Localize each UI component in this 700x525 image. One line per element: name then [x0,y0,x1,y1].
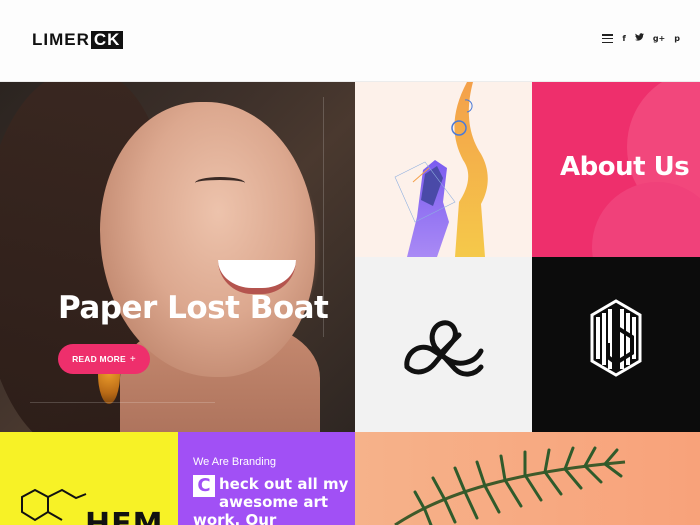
read-more-label: READ MORE [72,354,126,364]
hero-image-eye [195,177,245,189]
portfolio-tile-illustration[interactable] [355,82,532,257]
chemistry-tile-heading: HEM [85,507,164,525]
dropcap-letter: C [193,475,215,497]
site-logo[interactable]: LIMER CK [32,30,124,49]
plus-icon: + [129,353,136,365]
read-more-button[interactable]: READ MORE + [58,344,150,374]
loop-logo-icon [404,320,484,377]
hero-title[interactable]: Paper Lost Boat [58,290,329,326]
about-us-title[interactable]: About Us [560,152,690,182]
portfolio-tile-logo-loop[interactable] [355,257,532,432]
fern-leaf-image [394,446,626,525]
branding-body-copy: heck out all my awesome art work. Our Am… [193,475,349,525]
facebook-icon[interactable]: f [622,34,625,44]
logo-text-highlight: CK [90,31,124,49]
decorative-blob [592,182,700,257]
portfolio-tile-plant[interactable] [355,432,700,525]
twitter-icon[interactable] [634,33,644,44]
header-actions: f g+ p [602,33,680,44]
portfolio-tile-chemistry[interactable]: HEM [0,432,178,525]
branding-kicker: We Are Branding [193,456,276,468]
branding-text-block: We Are Branding C heck out all my awesom… [178,432,355,525]
about-us-tile[interactable]: About Us [532,82,700,257]
hexagon-stripes-logo-icon [590,299,642,377]
decorative-frame-line [30,402,215,403]
hamburger-menu-icon[interactable] [602,34,614,43]
branding-body-text: C heck out all my awesome art work. Our … [193,475,353,525]
site-header: LIMER CK f g+ p [0,0,700,82]
illustration-figures-image [394,82,488,257]
portfolio-tile-logo-hexagon[interactable] [532,257,700,432]
hero-featured-post[interactable]: Paper Lost Boat READ MORE + [0,82,355,432]
google-plus-icon[interactable]: g+ [653,34,665,44]
logo-text: LIMER [32,30,90,49]
pinterest-icon[interactable]: p [674,34,680,44]
